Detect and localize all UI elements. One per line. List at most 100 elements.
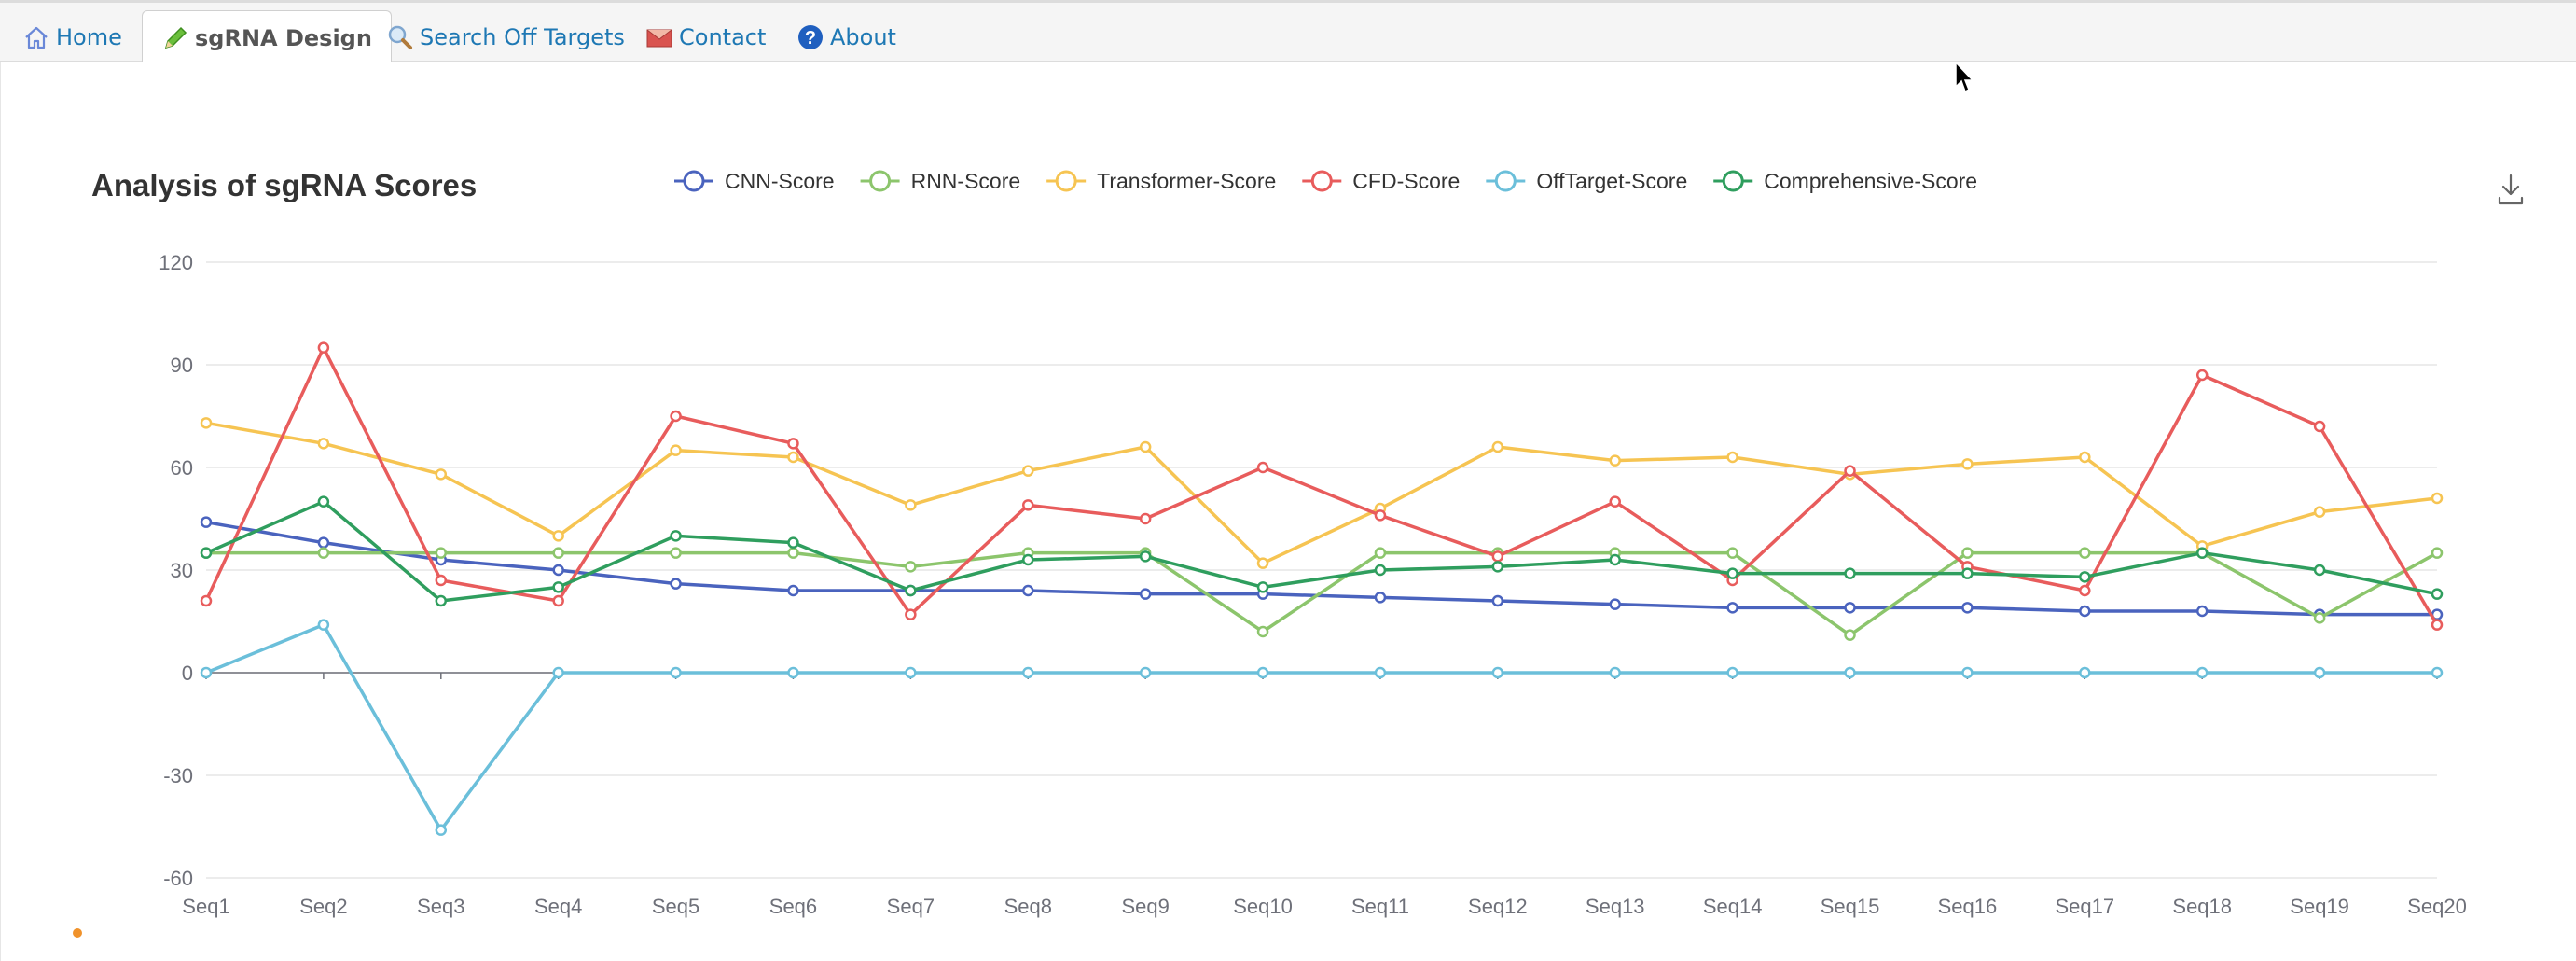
tab-about[interactable]: ? About <box>796 10 896 64</box>
data-point[interactable] <box>1491 550 1504 563</box>
data-point[interactable] <box>1374 592 1387 604</box>
data-point[interactable] <box>435 547 448 559</box>
data-point[interactable] <box>317 619 330 631</box>
data-point[interactable] <box>200 666 213 679</box>
data-point[interactable] <box>552 564 564 577</box>
data-point[interactable] <box>1022 553 1034 566</box>
data-point[interactable] <box>1844 465 1856 477</box>
data-point[interactable] <box>1961 666 1974 679</box>
data-point[interactable] <box>1609 666 1621 679</box>
data-point[interactable] <box>2313 420 2326 433</box>
data-point[interactable] <box>435 594 448 607</box>
data-point[interactable] <box>435 574 448 587</box>
data-point[interactable] <box>1961 458 1974 470</box>
data-point[interactable] <box>905 499 917 511</box>
data-point[interactable] <box>317 547 330 559</box>
legend-item[interactable]: Transformer-Score <box>1046 169 1276 193</box>
data-point[interactable] <box>2079 584 2091 597</box>
data-point[interactable] <box>200 516 213 528</box>
data-point[interactable] <box>1256 625 1269 638</box>
data-point[interactable] <box>905 666 917 679</box>
data-point[interactable] <box>670 666 682 679</box>
data-point[interactable] <box>1609 553 1621 566</box>
data-point[interactable] <box>2195 547 2209 559</box>
data-point[interactable] <box>2431 666 2444 679</box>
legend-item[interactable]: RNN-Score <box>860 169 1021 193</box>
data-point[interactable] <box>1961 547 1974 559</box>
data-point[interactable] <box>1844 602 1856 614</box>
legend-item[interactable]: OffTarget-Score <box>1486 169 1687 193</box>
data-point[interactable] <box>2195 666 2209 679</box>
data-point[interactable] <box>1491 561 1504 573</box>
data-point[interactable] <box>1139 666 1152 679</box>
data-point[interactable] <box>1374 509 1387 522</box>
data-point[interactable] <box>670 530 682 542</box>
data-point[interactable] <box>670 444 682 456</box>
data-point[interactable] <box>552 581 564 593</box>
data-point[interactable] <box>670 547 682 559</box>
data-point[interactable] <box>1139 440 1152 453</box>
data-point[interactable] <box>1961 602 1974 614</box>
data-point[interactable] <box>905 561 917 573</box>
data-point[interactable] <box>200 594 213 607</box>
data-point[interactable] <box>670 578 682 590</box>
data-point[interactable] <box>1609 598 1621 610</box>
data-point[interactable] <box>1726 547 1738 559</box>
data-point[interactable] <box>2079 547 2091 559</box>
data-point[interactable] <box>2431 547 2444 559</box>
data-point[interactable] <box>552 547 564 559</box>
data-point[interactable] <box>787 451 799 464</box>
data-point[interactable] <box>1726 666 1738 679</box>
data-point[interactable] <box>1609 495 1621 508</box>
tab-contact[interactable]: Contact <box>645 10 766 64</box>
legend-item[interactable]: CNN-Score <box>674 169 835 193</box>
data-point[interactable] <box>787 547 799 559</box>
data-point[interactable] <box>435 468 448 480</box>
data-point[interactable] <box>2313 666 2326 679</box>
tab-search-off-targets[interactable]: Search Off Targets <box>386 10 625 64</box>
data-point[interactable] <box>1022 465 1034 477</box>
data-point[interactable] <box>1491 440 1504 453</box>
data-point[interactable] <box>1139 512 1152 525</box>
data-point[interactable] <box>905 608 917 620</box>
data-point[interactable] <box>2079 571 2091 583</box>
data-point[interactable] <box>1256 557 1269 569</box>
data-point[interactable] <box>905 584 917 597</box>
data-point[interactable] <box>2431 619 2444 631</box>
data-point[interactable] <box>200 547 213 559</box>
data-point[interactable] <box>1139 588 1152 600</box>
data-point[interactable] <box>1491 594 1504 607</box>
data-point[interactable] <box>1726 567 1738 579</box>
data-point[interactable] <box>552 594 564 607</box>
data-point[interactable] <box>787 438 799 450</box>
tab-sgrna-design[interactable]: sgRNA Design <box>142 10 392 65</box>
data-point[interactable] <box>670 410 682 423</box>
data-point[interactable] <box>200 417 213 429</box>
data-point[interactable] <box>435 824 448 836</box>
data-point[interactable] <box>787 536 799 549</box>
data-point[interactable] <box>2431 588 2444 600</box>
data-point[interactable] <box>2079 451 2091 464</box>
data-point[interactable] <box>1374 564 1387 577</box>
data-point[interactable] <box>1726 451 1738 464</box>
data-point[interactable] <box>2313 506 2326 518</box>
download-icon[interactable] <box>2495 169 2527 208</box>
data-point[interactable] <box>1022 584 1034 597</box>
tab-home[interactable]: Home <box>22 10 122 64</box>
data-point[interactable] <box>2313 612 2326 624</box>
legend-item[interactable]: CFD-Score <box>1302 169 1460 193</box>
data-point[interactable] <box>1022 499 1034 511</box>
data-point[interactable] <box>1256 461 1269 474</box>
data-point[interactable] <box>317 495 330 508</box>
data-point[interactable] <box>787 666 799 679</box>
data-point[interactable] <box>2431 492 2444 505</box>
data-point[interactable] <box>317 341 330 354</box>
data-point[interactable] <box>1256 666 1269 679</box>
data-point[interactable] <box>1844 629 1856 641</box>
data-point[interactable] <box>1726 602 1738 614</box>
data-point[interactable] <box>2079 605 2091 618</box>
data-point[interactable] <box>1139 550 1152 563</box>
data-point[interactable] <box>1844 666 1856 679</box>
data-point[interactable] <box>1022 666 1034 679</box>
data-point[interactable] <box>1374 547 1387 559</box>
